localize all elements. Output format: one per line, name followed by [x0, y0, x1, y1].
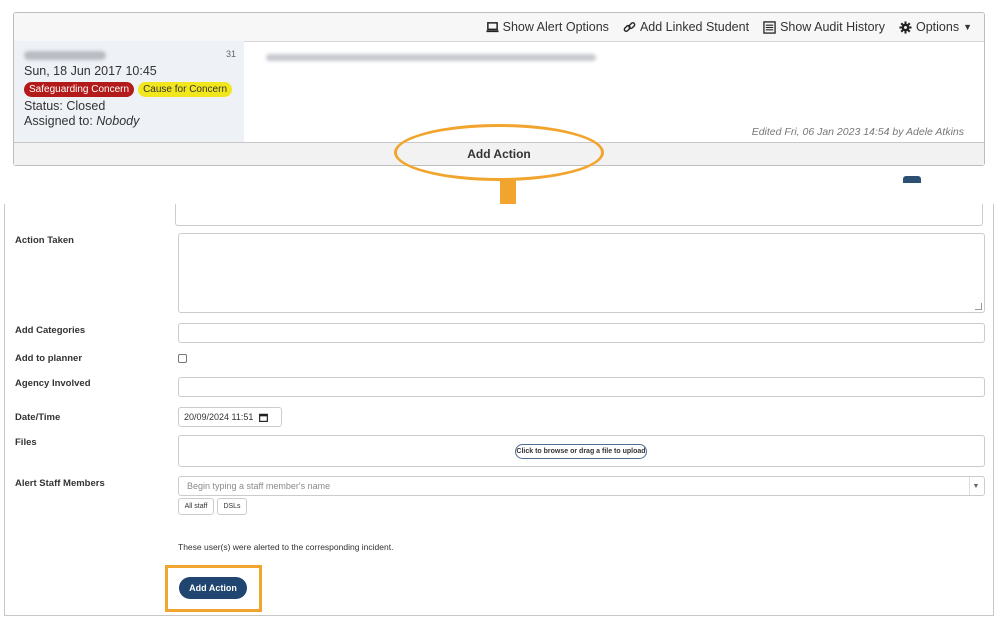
incident-description-redacted [266, 54, 596, 61]
show-alert-options-button[interactable]: Show Alert Options [486, 20, 609, 34]
dropdown-caret-icon[interactable]: ▼ [969, 477, 982, 495]
laptop-icon [486, 21, 499, 32]
incident-assigned: Assigned to: Nobody [24, 114, 140, 128]
add-action-submit-button[interactable]: Add Action [179, 577, 247, 599]
add-to-planner-checkbox[interactable] [178, 354, 187, 363]
previous-field-cropped [175, 204, 983, 226]
resize-handle[interactable] [975, 303, 982, 310]
alert-staff-label: Alert Staff Members [15, 478, 105, 489]
calendar-icon [259, 413, 269, 422]
action-taken-textarea[interactable] [178, 233, 985, 313]
student-name-redacted [24, 51, 106, 60]
staff-search-input[interactable]: Begin typing a staff member's name ▼ [178, 476, 985, 496]
caret-down-icon: ▼ [963, 22, 972, 32]
action-taken-label: Action Taken [15, 235, 74, 246]
incident-count: 31 [225, 49, 236, 59]
add-categories-input[interactable] [178, 323, 985, 343]
incident-toolbar: Show Alert Options Add Linked Student Sh… [14, 13, 984, 42]
highlight-ellipse [394, 124, 604, 181]
agency-involved-input[interactable] [178, 377, 985, 397]
datetime-label: Date/Time [15, 412, 61, 423]
show-audit-history-button[interactable]: Show Audit History [763, 20, 885, 34]
files-label: Files [15, 437, 37, 448]
alert-note: These user(s) were alerted to the corres… [178, 542, 394, 552]
incident-datetime: Sun, 18 Jun 2017 10:45 [24, 64, 157, 78]
safeguarding-concern-badge: Safeguarding Concern [24, 82, 135, 97]
datetime-input[interactable]: 20/09/2024 11:51 [178, 407, 282, 427]
incident-status: Status: Closed [24, 99, 106, 113]
list-icon [763, 20, 776, 34]
add-linked-student-button[interactable]: Add Linked Student [623, 20, 749, 34]
add-to-planner-label: Add to planner [15, 353, 83, 364]
dsls-button[interactable]: DSLs [217, 498, 247, 515]
add-categories-label: Add Categories [15, 325, 86, 336]
incident-summary: 31 Sun, 18 Jun 2017 10:45 Safeguarding C… [14, 41, 244, 144]
upload-file-button[interactable]: Click to browse or drag a file to upload [515, 444, 647, 459]
gear-icon [899, 20, 912, 34]
all-staff-button[interactable]: All staff [178, 498, 214, 515]
options-dropdown[interactable]: Options ▼ [899, 20, 972, 34]
badge-group: Safeguarding Concern Cause for Concern [24, 82, 234, 97]
link-icon [623, 21, 636, 32]
cause-for-concern-badge: Cause for Concern [138, 82, 233, 97]
blue-tab-indicator [903, 176, 921, 183]
edited-note: Edited Fri, 06 Jan 2023 14:54 by Adele A… [751, 126, 964, 138]
agency-involved-label: Agency Involved [15, 378, 91, 389]
